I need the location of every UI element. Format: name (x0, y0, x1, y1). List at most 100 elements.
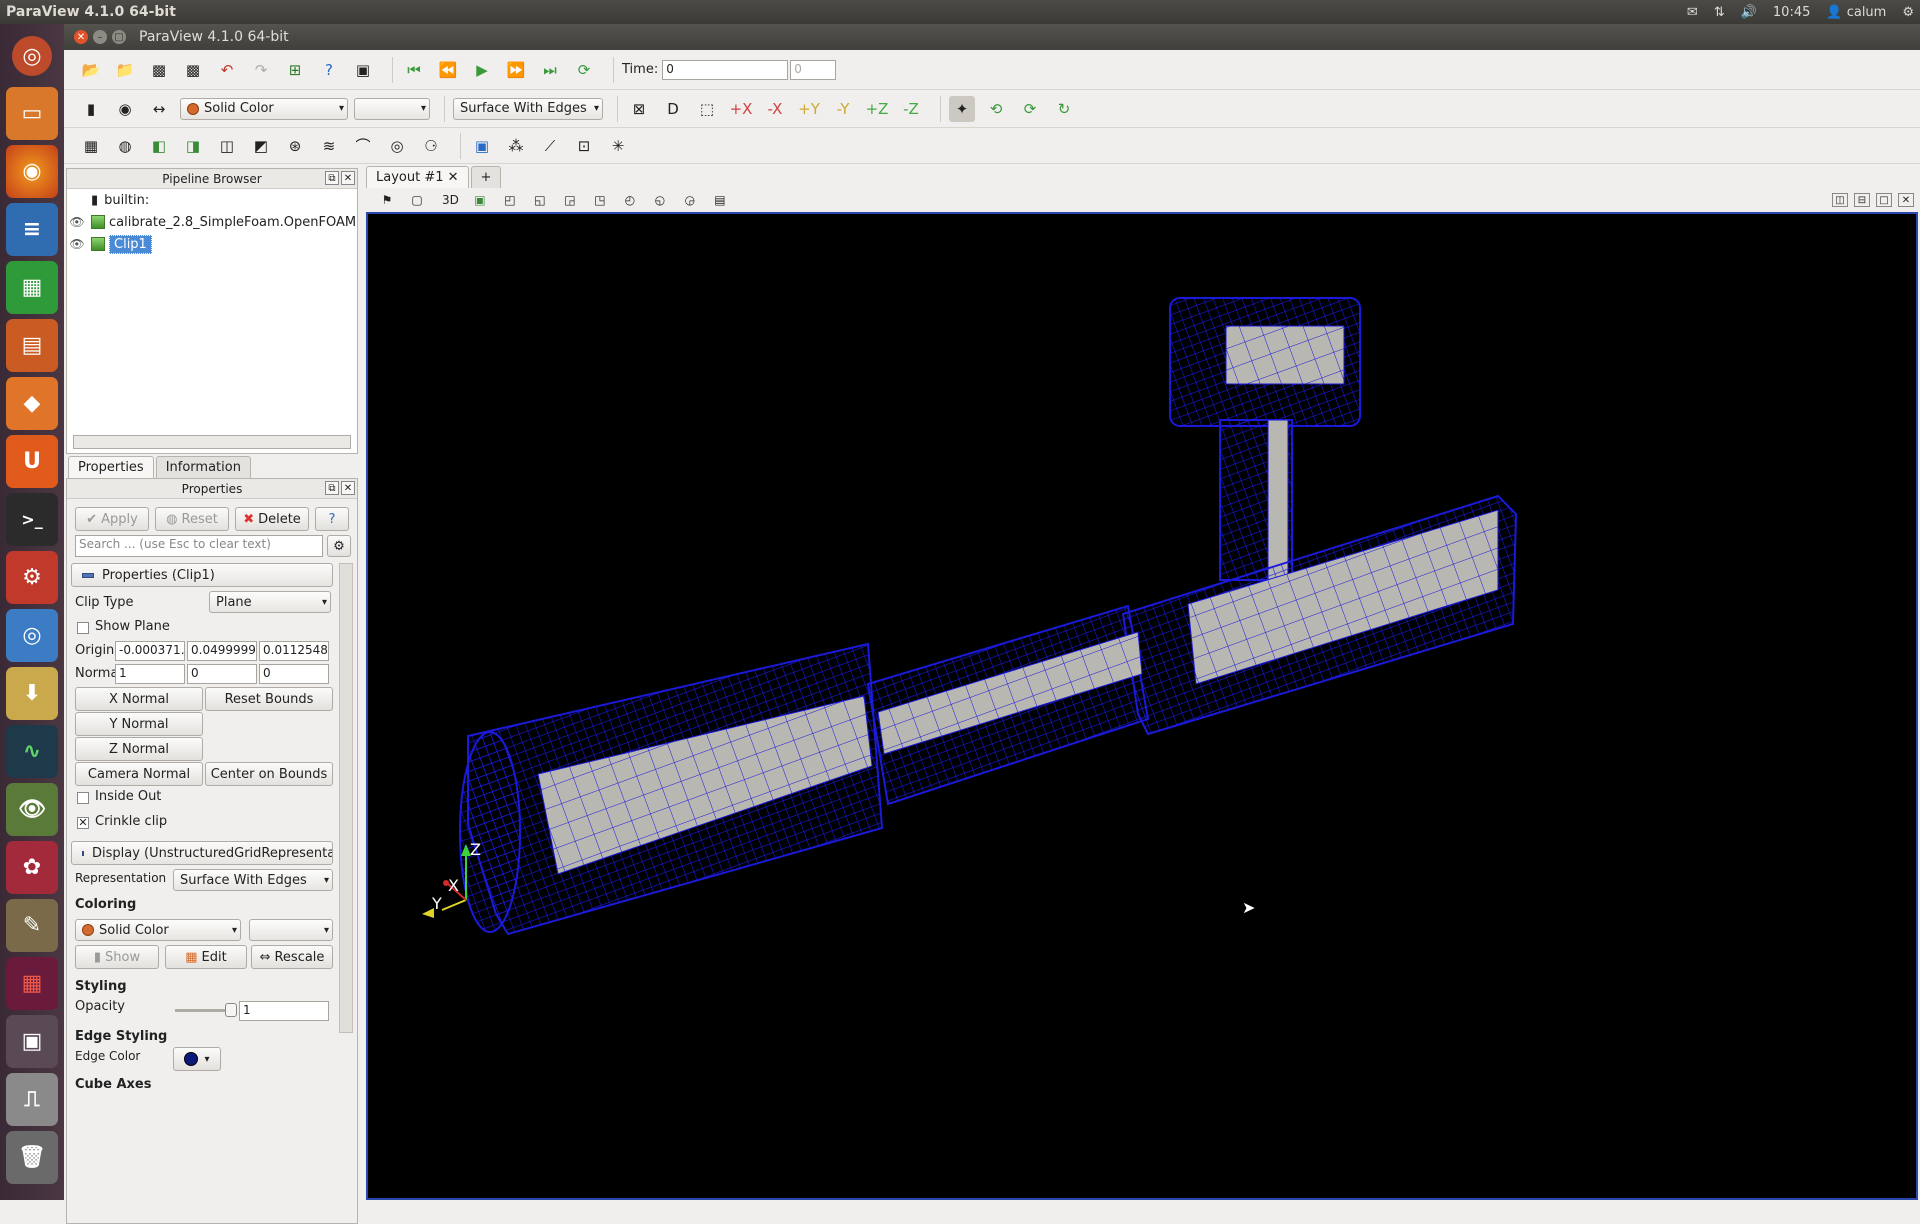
view-minus-y-icon[interactable]: -Y (830, 96, 856, 122)
writer-icon[interactable]: ≡ (6, 203, 58, 256)
view-plus-y-icon[interactable]: +Y (796, 96, 822, 122)
pipeline-item-clip1[interactable]: 👁 Clip1 (67, 233, 357, 255)
minimize-window-button[interactable]: – (93, 30, 107, 44)
center-axes-icon[interactable]: ✦ (949, 95, 975, 122)
lookmark-icon[interactable]: ▣ (350, 57, 376, 83)
pipeline-item-openfoam[interactable]: 👁 calibrate_2.8_SimpleFoam.OpenFOAM (67, 211, 357, 233)
zoom-to-box-icon[interactable]: ⬚ (694, 96, 720, 122)
view-tool-icon[interactable]: ◴ (617, 187, 643, 213)
settings-gear-icon[interactable]: ⚙ (1902, 5, 1914, 20)
trash-icon[interactable]: 🗑 (6, 1131, 58, 1184)
coloring-select[interactable]: Solid Color ▾ (75, 919, 241, 941)
load-state-icon[interactable]: ▩ (146, 57, 172, 83)
undo-icon[interactable]: ↶ (214, 57, 240, 83)
capture-icon[interactable]: ▢ (404, 187, 430, 213)
render-view[interactable]: Z X Y ➤ (366, 212, 1918, 1200)
close-view-icon[interactable]: ✕ (1898, 193, 1914, 207)
zoom-to-data-icon[interactable]: D (660, 96, 686, 122)
view-tool-icon[interactable]: ▣ (467, 187, 493, 213)
view-tool-icon[interactable]: ◳ (587, 187, 613, 213)
apply-button[interactable]: ✔ Apply (75, 507, 149, 531)
tab-information[interactable]: Information (155, 456, 251, 478)
rotate-neg-90-icon[interactable]: ⟳ (1017, 96, 1043, 122)
edit-colormap-button[interactable]: ▦ Edit (165, 945, 247, 969)
visibility-eye-icon[interactable]: 👁 (67, 215, 87, 229)
next-frame-icon[interactable]: ⏩ (503, 57, 529, 83)
volume-icon[interactable]: 🔊 (1741, 5, 1757, 20)
files-icon[interactable]: ▭ (6, 87, 58, 140)
close-panel-icon[interactable]: ✕ (341, 481, 355, 495)
clear-selection-icon[interactable]: ✳ (605, 133, 631, 159)
representation-select-panel[interactable]: Surface With Edges ▾ (173, 869, 333, 891)
extract-level-icon[interactable]: ⚆ (418, 133, 444, 159)
reset-camera-icon[interactable]: ⊠ (626, 96, 652, 122)
edge-color-button[interactable]: ▾ (173, 1047, 221, 1071)
display-group-header[interactable]: Display (UnstructuredGridRepresentation) (71, 841, 333, 865)
select-points-icon[interactable]: ⁂ (503, 133, 529, 159)
firefox-icon[interactable]: ◉ (6, 145, 58, 198)
opacity-input[interactable]: 1 (239, 1001, 329, 1021)
red-app-icon[interactable]: ✿ (6, 841, 58, 894)
origin-x-input[interactable]: -0.000371… (115, 641, 185, 661)
last-frame-icon[interactable]: ⏭ (537, 57, 563, 83)
normal-z-input[interactable]: 0 (259, 664, 329, 684)
help-button[interactable]: ? (315, 507, 349, 531)
connect-icon[interactable]: ⊞ (282, 57, 308, 83)
maximize-view-icon[interactable]: □ (1876, 193, 1892, 207)
redo-icon[interactable]: ↷ (248, 57, 274, 83)
system-monitor-icon[interactable]: ∿ (6, 725, 58, 778)
ubuntu-one-icon[interactable]: U (6, 435, 58, 488)
network-icon[interactable]: ⇅ (1714, 5, 1725, 20)
select-block-icon[interactable]: ⊡ (571, 133, 597, 159)
color-by-select[interactable]: Solid Color ▾ (180, 97, 348, 120)
camera-normal-button[interactable]: Camera Normal (75, 762, 203, 786)
add-layout-tab[interactable]: + (470, 166, 502, 188)
close-window-button[interactable]: ✕ (74, 30, 88, 44)
threshold-filter-icon[interactable]: ◫ (214, 133, 240, 159)
view-tool-icon[interactable]: ◵ (647, 187, 673, 213)
edit-color-map-icon[interactable]: ◉ (112, 96, 138, 122)
clock[interactable]: 10:45 (1773, 5, 1810, 20)
tab-layout-1[interactable]: Layout #1 ✕ (366, 166, 469, 188)
origin-y-input[interactable]: 0.0499999 (187, 641, 257, 661)
maximize-window-button[interactable]: □ (112, 30, 126, 44)
select-cells-icon[interactable]: ▣ (469, 133, 495, 159)
normal-x-input[interactable]: 1 (115, 664, 185, 684)
view-tool-icon[interactable]: ▤ (707, 187, 733, 213)
show-plane-checkbox[interactable] (77, 622, 89, 634)
view-plus-x-icon[interactable]: +X (728, 96, 754, 122)
recent-icon[interactable]: 📁 (112, 57, 138, 83)
time-input[interactable]: 0 (662, 59, 789, 80)
view-tool-icon[interactable]: ◲ (557, 187, 583, 213)
impress-icon[interactable]: ▤ (6, 319, 58, 372)
opacity-slider[interactable] (175, 1003, 237, 1017)
advanced-settings-gear-icon[interactable]: ⚙ (327, 535, 351, 557)
split-vertical-icon[interactable]: ⊟ (1854, 193, 1870, 207)
coloring-component-select[interactable]: ▾ (249, 919, 333, 941)
system-settings-icon[interactable]: ⚙ (6, 551, 58, 604)
loop-icon[interactable]: ⟳ (571, 57, 597, 83)
pipeline-item-builtin[interactable]: ▮ builtin: (67, 189, 357, 211)
y-normal-button[interactable]: Y Normal (75, 712, 203, 736)
normal-y-input[interactable]: 0 (187, 664, 257, 684)
glyph-filter-icon[interactable]: ⊛ (282, 133, 308, 159)
clip-filter-icon[interactable]: ◧ (146, 133, 172, 159)
workspace-switcher-icon[interactable]: ▣ (6, 1015, 58, 1068)
tab-properties[interactable]: Properties (68, 456, 154, 478)
delete-button[interactable]: ✖ Delete (235, 507, 309, 531)
reset-bounds-button[interactable]: Reset Bounds (205, 687, 333, 711)
center-on-bounds-button[interactable]: Center on Bounds (205, 762, 333, 786)
properties-search-input[interactable]: Search ... (use Esc to clear text) (75, 535, 323, 557)
inside-out-checkbox[interactable] (77, 792, 89, 804)
component-select[interactable]: ▾ (354, 97, 430, 120)
select-frustum-icon[interactable]: ⟋ (537, 133, 563, 159)
extract-subset-icon[interactable]: ◩ (248, 133, 274, 159)
origin-z-input[interactable]: 0.0112548 (259, 641, 329, 661)
toggle-color-legend-icon[interactable]: ▮ (78, 96, 104, 122)
contour-filter-icon[interactable]: ◍ (112, 133, 138, 159)
view-tool-icon[interactable]: ◰ (497, 187, 523, 213)
terminal-icon[interactable]: >_ (6, 493, 58, 546)
x-normal-button[interactable]: X Normal (75, 687, 203, 711)
pipeline-horizontal-scrollbar[interactable] (73, 435, 351, 449)
chromium-icon[interactable]: ◎ (6, 609, 58, 662)
